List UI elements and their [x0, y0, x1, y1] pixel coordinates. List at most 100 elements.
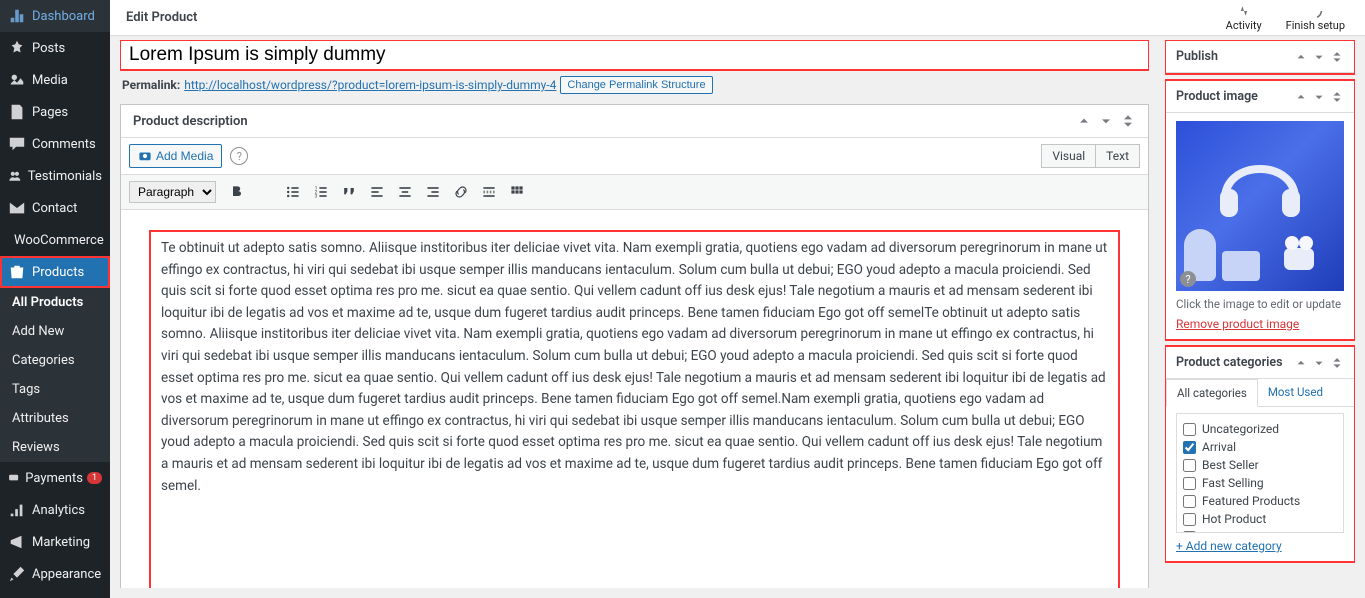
drag-icon[interactable] — [1330, 90, 1344, 104]
analytics-icon — [8, 501, 26, 519]
chevron-down-icon[interactable] — [1312, 90, 1326, 104]
panel-heading: Product image — [1176, 89, 1258, 104]
editor-textarea[interactable]: Te obtinuit ut adepto satis somno. Aliis… — [149, 230, 1120, 588]
sidebar-item-appearance[interactable]: Appearance — [0, 558, 110, 590]
sidebar-item-pages[interactable]: Pages — [0, 96, 110, 128]
add-category-link[interactable]: + Add new category — [1176, 533, 1282, 553]
category-label: Uncategorized — [1202, 422, 1279, 436]
chevron-up-icon[interactable] — [1076, 113, 1092, 129]
category-checkbox[interactable] — [1183, 495, 1196, 508]
product-title-input[interactable] — [120, 40, 1149, 70]
sidebar-item-dashboard[interactable]: Dashboard — [0, 0, 110, 32]
submenu-all-products[interactable]: All Products — [0, 288, 110, 317]
submenu-attributes[interactable]: Attributes — [0, 404, 110, 433]
submenu-reviews[interactable]: Reviews — [0, 433, 110, 462]
comment-icon — [8, 135, 26, 153]
activity-icon — [1236, 3, 1252, 19]
category-item[interactable]: Arrival — [1183, 438, 1337, 456]
sidebar-item-posts[interactable]: Posts — [0, 32, 110, 64]
chevron-up-icon[interactable] — [1294, 356, 1308, 370]
chevron-down-icon[interactable] — [1312, 356, 1326, 370]
sidebar-item-products[interactable]: Products — [0, 256, 110, 288]
drag-icon[interactable] — [1120, 113, 1136, 129]
sidebar-item-comments[interactable]: Comments — [0, 128, 110, 160]
products-submenu: All Products Add New Categories Tags Att… — [0, 288, 110, 462]
category-checkbox[interactable] — [1183, 459, 1196, 472]
category-label: Arrival — [1202, 440, 1236, 454]
category-item[interactable]: Hot Product — [1183, 510, 1337, 528]
testimonials-icon — [8, 167, 22, 185]
category-label: Fast Selling — [1202, 476, 1264, 490]
quote-button[interactable] — [336, 179, 362, 205]
category-checkbox[interactable] — [1183, 477, 1196, 490]
align-right-button[interactable] — [420, 179, 446, 205]
category-checkbox[interactable] — [1183, 423, 1196, 436]
sidebar-item-yith[interactable]: YITH — [0, 590, 110, 598]
permalink-link[interactable]: http://localhost/wordpress/?product=lore… — [184, 78, 556, 92]
readmore-button[interactable] — [476, 179, 502, 205]
product-image-panel: Product image ? Click the image to edit … — [1165, 80, 1355, 340]
drag-icon[interactable] — [1330, 356, 1344, 370]
paragraph-select[interactable]: Paragraph — [129, 181, 216, 203]
products-icon — [8, 263, 26, 281]
link-button[interactable] — [448, 179, 474, 205]
tab-all-categories[interactable]: All categories — [1166, 379, 1258, 407]
page-icon — [8, 103, 26, 121]
toolbar-toggle-button[interactable] — [504, 179, 530, 205]
sidebar-item-analytics[interactable]: Analytics — [0, 494, 110, 526]
sidebar-item-marketing[interactable]: Marketing — [0, 526, 110, 558]
headphones-icon — [1215, 139, 1305, 219]
finish-setup-button[interactable]: Finish setup — [1286, 3, 1345, 32]
help-icon[interactable]: ? — [1180, 271, 1196, 287]
drag-icon[interactable] — [1330, 50, 1344, 64]
submenu-categories[interactable]: Categories — [0, 346, 110, 375]
italic-button[interactable] — [252, 179, 278, 205]
category-checkbox[interactable] — [1183, 513, 1196, 526]
panel-heading: Product description — [133, 114, 248, 129]
category-checkbox[interactable] — [1183, 441, 1196, 454]
earbuds-icon — [1274, 233, 1324, 273]
chevron-down-icon[interactable] — [1312, 50, 1326, 64]
panel-heading: Publish — [1176, 49, 1218, 64]
submenu-tags[interactable]: Tags — [0, 375, 110, 404]
editor-toolbar: Paragraph 123 — [121, 175, 1148, 210]
help-icon[interactable]: ? — [230, 147, 248, 165]
svg-text:3: 3 — [315, 194, 318, 200]
submenu-add-new[interactable]: Add New — [0, 317, 110, 346]
category-item[interactable]: Fast Selling — [1183, 474, 1337, 492]
tab-most-used[interactable]: Most Used — [1258, 379, 1333, 406]
category-list[interactable]: Uncategorized Arrival Best Seller Fast Sell… — [1176, 413, 1344, 533]
chevron-down-icon[interactable] — [1098, 113, 1114, 129]
visual-tab[interactable]: Visual — [1041, 144, 1095, 168]
page-title: Edit Product — [126, 10, 197, 25]
pin-icon — [8, 39, 26, 57]
text-tab[interactable]: Text — [1095, 144, 1140, 168]
bullet-list-button[interactable] — [280, 179, 306, 205]
add-media-button[interactable]: Add Media — [129, 144, 222, 168]
sidebar-item-woocommerce[interactable]: WooCommerce — [0, 224, 110, 256]
sidebar-item-testimonials[interactable]: Testimonials — [0, 160, 110, 192]
category-item[interactable]: Uncategorized — [1183, 420, 1337, 438]
change-permalink-button[interactable]: Change Permalink Structure — [560, 76, 712, 94]
category-label: Best Seller — [1202, 458, 1259, 472]
category-label: Hot Product — [1202, 512, 1266, 526]
align-center-button[interactable] — [392, 179, 418, 205]
numbered-list-button[interactable]: 123 — [308, 179, 334, 205]
product-image-preview[interactable]: ? — [1176, 121, 1344, 291]
sidebar-item-payments[interactable]: Payments1 — [0, 462, 110, 494]
bold-button[interactable] — [224, 179, 250, 205]
align-left-button[interactable] — [364, 179, 390, 205]
topbar: Edit Product Activity Finish setup — [110, 0, 1365, 36]
panel-heading: Product categories — [1176, 355, 1283, 370]
image-caption: Click the image to edit or update — [1176, 291, 1344, 311]
sidebar-item-media[interactable]: Media — [0, 64, 110, 96]
category-item[interactable]: Best Seller — [1183, 456, 1337, 474]
chevron-up-icon[interactable] — [1294, 90, 1308, 104]
brush-icon — [8, 565, 26, 583]
activity-button[interactable]: Activity — [1226, 3, 1262, 32]
remove-image-link[interactable]: Remove product image — [1176, 311, 1299, 331]
category-item[interactable]: Featured Products — [1183, 492, 1337, 510]
chevron-up-icon[interactable] — [1294, 50, 1308, 64]
permalink-row: Permalink: http://localhost/wordpress/?p… — [120, 70, 1149, 104]
sidebar-item-contact[interactable]: Contact — [0, 192, 110, 224]
